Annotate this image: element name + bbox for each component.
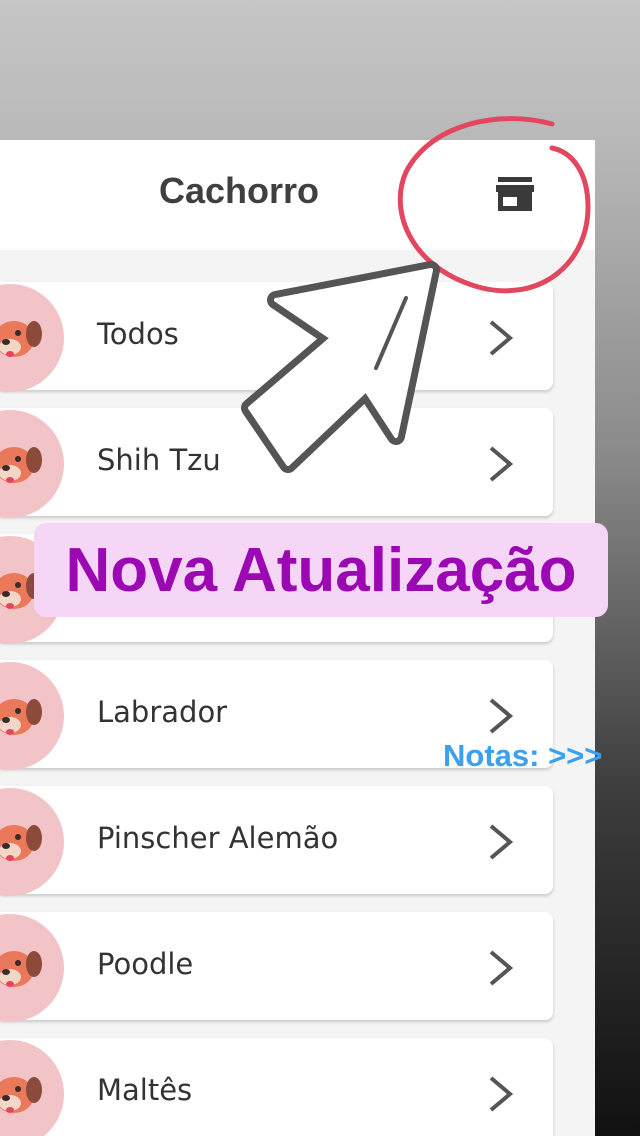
- dog-face-icon: [0, 410, 64, 518]
- chevron-right-icon: [489, 320, 514, 356]
- notes-caption: Notas: >>>: [443, 738, 603, 773]
- dog-face-icon: [0, 788, 64, 896]
- dog-face-icon: [0, 662, 64, 770]
- chevron-right-icon: [489, 446, 514, 482]
- list-item-label: Pinscher Alemão: [97, 821, 339, 855]
- chevron-right-icon: [489, 824, 514, 860]
- list-item-label: Maltês: [97, 1073, 193, 1107]
- list-item[interactable]: Maltês: [0, 1038, 553, 1136]
- list-item[interactable]: Pinscher Alemão: [0, 786, 553, 896]
- pointer-arrow-icon: [241, 261, 440, 473]
- dog-face-icon: [0, 1040, 64, 1136]
- dog-face-icon: [0, 914, 64, 1022]
- list-item-label: Poodle: [97, 947, 194, 981]
- list-item-label: Shih Tzu: [97, 443, 221, 477]
- dog-face-icon: [0, 284, 64, 392]
- list-item[interactable]: Poodle: [0, 912, 553, 1022]
- update-banner-text: Nova Atualização: [65, 536, 577, 605]
- list-item-label: Labrador: [97, 695, 228, 729]
- chevron-right-icon: [489, 1076, 514, 1112]
- list-item-label: Todos: [97, 317, 179, 351]
- chevron-right-icon: [489, 950, 514, 986]
- chevron-right-icon: [489, 698, 514, 734]
- update-banner: Nova Atualização: [34, 523, 608, 617]
- video-frame: Cachorro Todos Shih Tzu Labrador Pinsche…: [0, 0, 640, 1136]
